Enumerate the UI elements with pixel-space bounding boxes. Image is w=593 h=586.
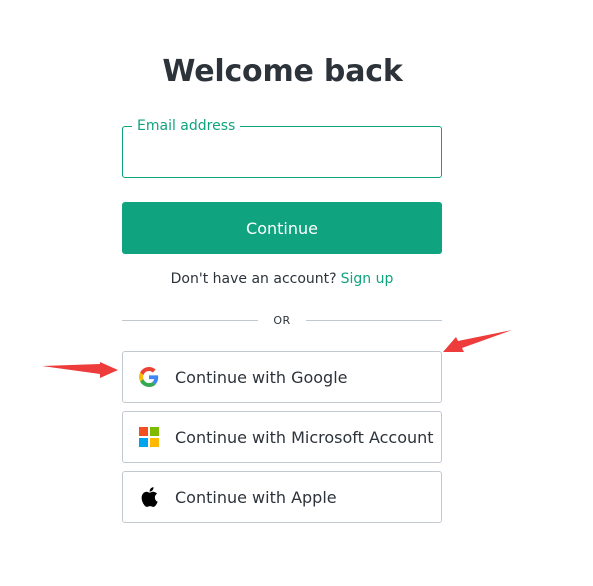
divider-line-right: [305, 319, 442, 321]
continue-button[interactable]: Continue: [122, 202, 442, 254]
continue-with-microsoft-button[interactable]: Continue with Microsoft Account: [122, 411, 442, 463]
arrow-right-to-google: [443, 330, 512, 352]
continue-with-google-button[interactable]: Continue with Google: [122, 351, 442, 403]
continue-with-apple-button[interactable]: Continue with Apple: [122, 471, 442, 523]
divider-text: OR: [273, 313, 291, 327]
page-title: Welcome back: [162, 54, 403, 89]
or-divider: OR: [122, 312, 442, 328]
apple-icon: [139, 487, 159, 507]
signup-prompt: Don't have an account?: [170, 271, 337, 287]
email-field[interactable]: Email address: [122, 117, 442, 178]
email-input[interactable]: [135, 139, 429, 167]
email-field-label: Email address: [132, 117, 241, 135]
google-icon: [139, 367, 159, 387]
signup-link[interactable]: Sign up: [341, 271, 394, 287]
google-button-label: Continue with Google: [175, 367, 348, 387]
divider-line-left: [122, 319, 259, 321]
microsoft-icon: [139, 427, 159, 447]
arrow-left-to-google: [42, 362, 118, 378]
microsoft-button-label: Continue with Microsoft Account: [175, 427, 434, 447]
signup-row: Don't have an account? Sign up: [122, 271, 442, 287]
apple-button-label: Continue with Apple: [175, 487, 337, 507]
